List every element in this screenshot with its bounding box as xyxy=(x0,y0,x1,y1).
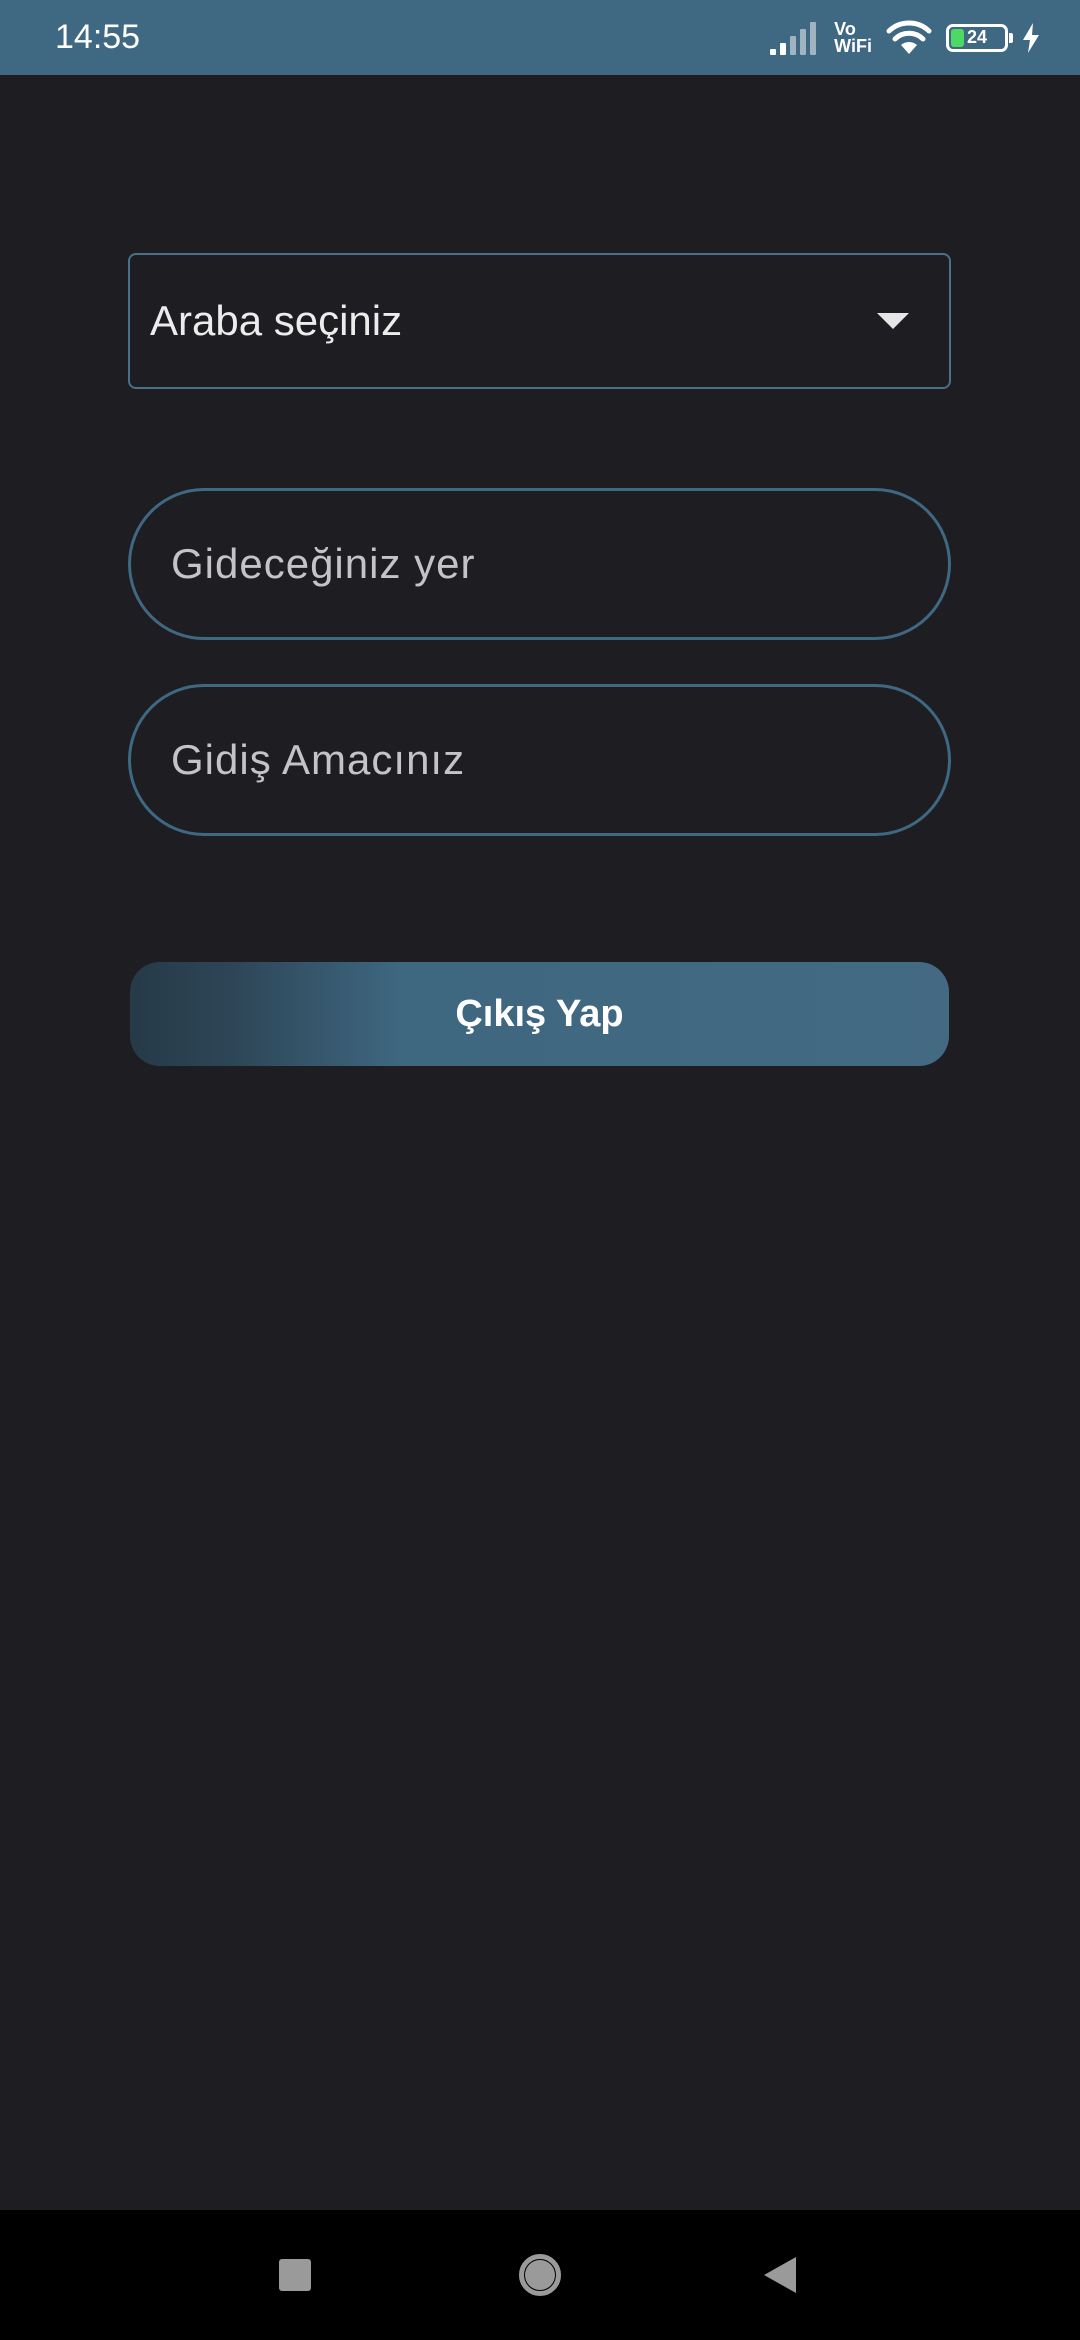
recents-icon xyxy=(279,2259,311,2291)
home-icon xyxy=(519,2254,561,2296)
status-time: 14:55 xyxy=(55,18,141,56)
battery-tip xyxy=(1009,32,1013,43)
status-bar: 14:55 Vo WiFi 24 xyxy=(0,0,1080,75)
vowifi-top: Vo xyxy=(834,18,856,39)
vowifi-label: Vo WiFi xyxy=(834,18,872,56)
purpose-input[interactable] xyxy=(128,684,951,836)
chevron-down-icon xyxy=(877,313,909,329)
home-button[interactable] xyxy=(505,2240,575,2310)
destination-input[interactable] xyxy=(128,488,951,640)
exit-button[interactable]: Çıkış Yap xyxy=(130,962,949,1066)
charging-icon xyxy=(1023,22,1039,53)
battery-fill xyxy=(951,28,965,47)
car-select-dropdown[interactable]: Araba seçiniz xyxy=(128,253,951,389)
home-icon-inner xyxy=(525,2260,555,2290)
vowifi-bottom: WiFi xyxy=(834,35,872,56)
car-select-label: Araba seçiniz xyxy=(150,297,403,344)
signal-icon xyxy=(770,21,817,55)
battery-level: 24 xyxy=(966,27,988,47)
back-button[interactable] xyxy=(745,2240,815,2310)
back-icon xyxy=(764,2257,796,2293)
wifi-icon xyxy=(886,20,932,54)
recents-button[interactable] xyxy=(260,2240,330,2310)
battery-icon: 24 xyxy=(946,23,1013,52)
status-icons: Vo WiFi 24 xyxy=(770,20,1040,56)
